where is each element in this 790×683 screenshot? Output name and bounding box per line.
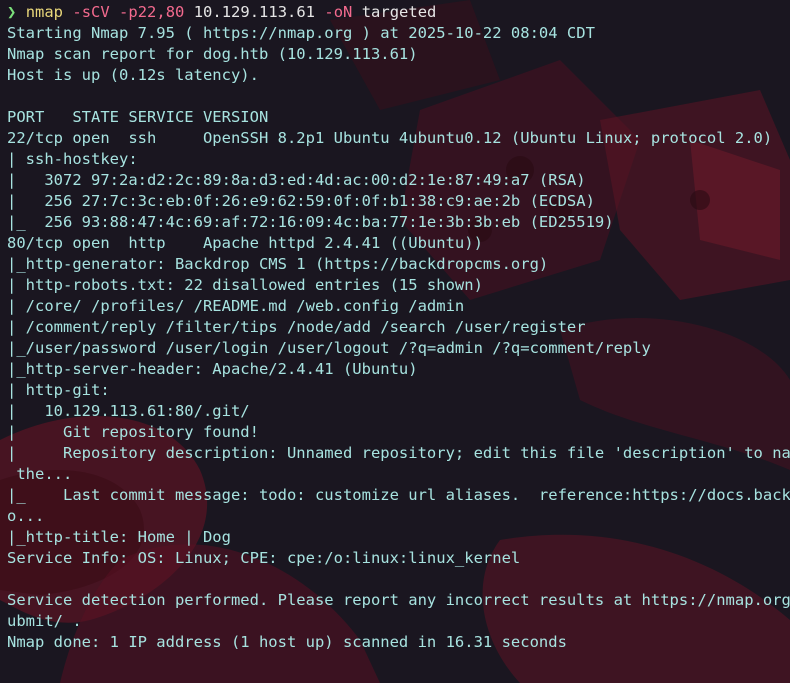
output-line: Service Info: OS: Linux; CPE: cpe:/o:lin… xyxy=(7,549,521,567)
output-line: | Repository description: Unnamed reposi… xyxy=(7,444,790,462)
output-line: 80/tcp open http Apache httpd 2.4.41 ((U… xyxy=(7,234,483,252)
output-line: the... xyxy=(7,465,73,483)
output-line: ubmit/ . xyxy=(7,612,82,630)
terminal-window[interactable]: ❯ nmap -sCV -p22,80 10.129.113.61 -oN ta… xyxy=(0,0,790,683)
output-line: | 256 27:7c:3c:eb:0f:26:e9:62:59:0f:0f:b… xyxy=(7,192,595,210)
output-line: |_ 256 93:88:47:4c:69:af:72:16:09:4c:ba:… xyxy=(7,213,614,231)
output-line: | 10.129.113.61:80/.git/ xyxy=(7,402,250,420)
output-line: o... xyxy=(7,507,45,525)
output-line: | http-robots.txt: 22 disallowed entries… xyxy=(7,276,483,294)
command-target-ip: 10.129.113.61 xyxy=(193,3,316,21)
output-line: | /core/ /profiles/ /README.md /web.conf… xyxy=(7,297,465,315)
output-line: | ssh-hostkey: xyxy=(7,150,138,168)
output-line: | Git repository found! xyxy=(7,423,259,441)
output-line: Starting Nmap 7.95 ( https://nmap.org ) … xyxy=(7,24,595,42)
output-line: |_http-title: Home | Dog xyxy=(7,528,231,546)
output-line: Service detection performed. Please repo… xyxy=(7,591,790,609)
output-line: | 3072 97:2a:d2:2c:89:8a:d3:ed:4d:ac:00:… xyxy=(7,171,586,189)
output-line: Host is up (0.12s latency). xyxy=(7,66,259,84)
output-line: Nmap done: 1 IP address (1 host up) scan… xyxy=(7,633,567,651)
output-line: PORT STATE SERVICE VERSION xyxy=(7,108,269,126)
output-line: Nmap scan report for dog.htb (10.129.113… xyxy=(7,45,418,63)
output-line: 22/tcp open ssh OpenSSH 8.2p1 Ubuntu 4ub… xyxy=(7,129,773,147)
command-flag-ports: -p22,80 xyxy=(119,3,185,21)
output-line: |_/user/password /user/login /user/logou… xyxy=(7,339,651,357)
prompt-arrow-icon: ❯ xyxy=(7,3,17,21)
command-name: nmap xyxy=(25,3,64,21)
command-flag-output: -oN xyxy=(324,3,353,21)
command-line: ❯ nmap -sCV -p22,80 10.129.113.61 -oN ta… xyxy=(7,2,790,23)
output-line: |_http-generator: Backdrop CMS 1 (https:… xyxy=(7,255,549,273)
command-flag-scripts-version: -sCV xyxy=(72,3,110,21)
command-output-file: targeted xyxy=(361,3,437,21)
output-line: |_http-server-header: Apache/2.4.41 (Ubu… xyxy=(7,360,418,378)
output-line: |_ Last commit message: todo: customize … xyxy=(7,486,790,504)
output-line: | http-git: xyxy=(7,381,110,399)
output-line: | /comment/reply /filter/tips /node/add … xyxy=(7,318,586,336)
